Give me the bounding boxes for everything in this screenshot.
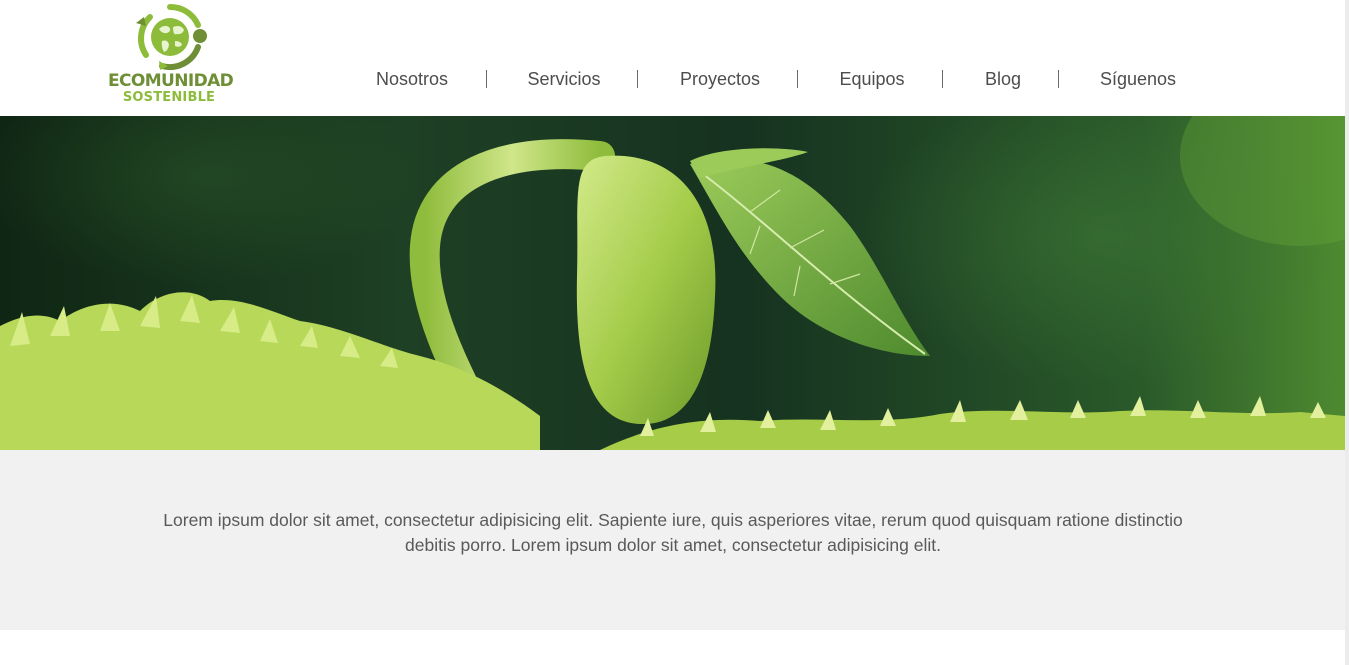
site-header: ECOMUNIDAD SOSTENIBLE Nosotros Servicios… <box>0 0 1345 116</box>
nav-item-servicios[interactable]: Servicios <box>527 66 600 92</box>
site-logo[interactable]: ECOMUNIDAD SOSTENIBLE <box>108 3 234 109</box>
logo-name-line2: SOSTENIBLE <box>122 90 216 105</box>
green-sprout-seedling-photo <box>0 116 1345 450</box>
nav-item-nosotros[interactable]: Nosotros <box>376 66 448 92</box>
nav-separator <box>942 70 943 88</box>
globe-recycle-icon <box>136 3 207 70</box>
nav-item-siguenos[interactable]: Síguenos <box>1100 66 1176 92</box>
intro-section: Lorem ipsum dolor sit amet, consectetur … <box>0 450 1345 630</box>
hero-banner <box>0 116 1345 450</box>
nav-item-equipos[interactable]: Equipos <box>839 66 904 92</box>
main-nav: Nosotros Servicios Proyectos Equipos Blo… <box>0 66 1345 92</box>
nav-item-proyectos[interactable]: Proyectos <box>680 66 760 92</box>
nav-separator <box>1058 70 1059 88</box>
intro-paragraph: Lorem ipsum dolor sit amet, consectetur … <box>163 510 1183 555</box>
page-scroll-edge <box>1345 0 1349 665</box>
nav-item-blog[interactable]: Blog <box>985 66 1021 92</box>
nav-separator <box>637 70 638 88</box>
nav-separator <box>797 70 798 88</box>
nav-separator <box>486 70 487 88</box>
